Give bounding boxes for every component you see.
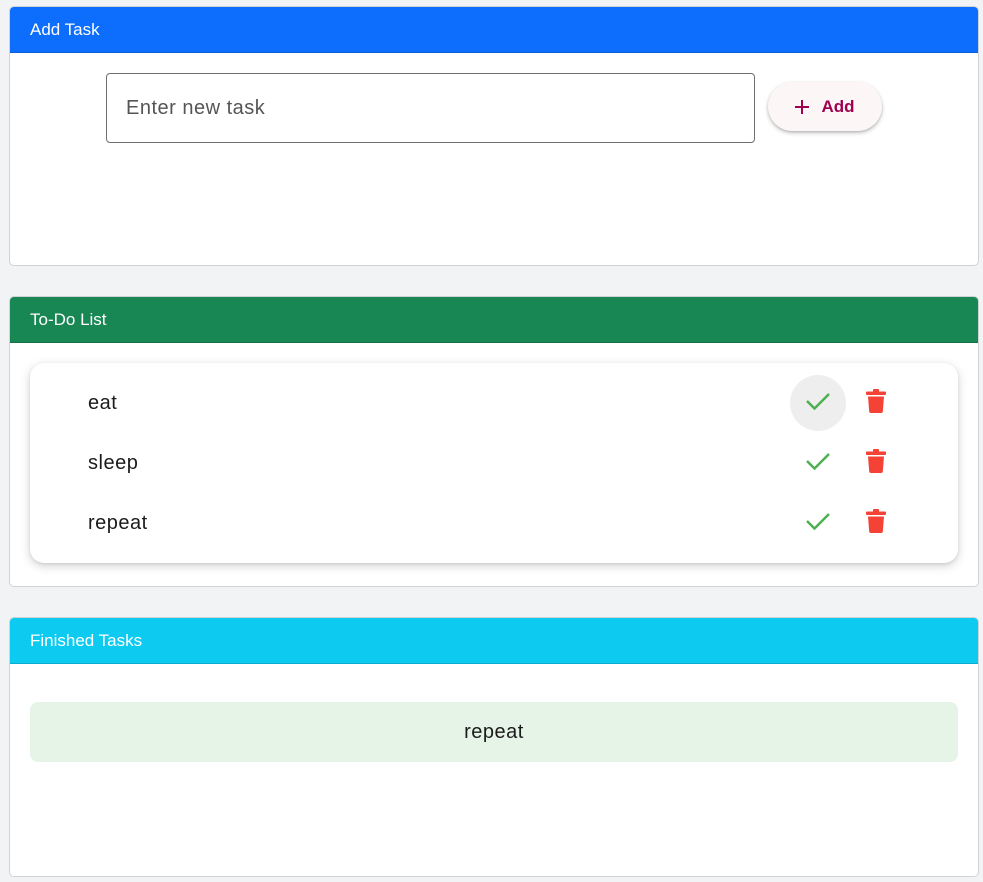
delete-button[interactable] (856, 443, 896, 483)
todo-item: repeat (30, 493, 958, 553)
todo-item-text: repeat (88, 512, 148, 534)
trash-icon (866, 388, 886, 418)
trash-icon (866, 448, 886, 478)
complete-button[interactable] (790, 375, 846, 431)
todo-item-text: eat (88, 392, 118, 414)
delete-button[interactable] (856, 383, 896, 423)
add-button[interactable]: Add (768, 82, 882, 131)
check-icon (805, 391, 831, 416)
finished-tasks-header: Finished Tasks (10, 618, 978, 664)
todo-list: eat sleep repeat (30, 363, 958, 563)
new-task-input[interactable] (106, 73, 755, 143)
finished-tasks-card: Finished Tasks repeat (9, 617, 979, 877)
plus-icon (795, 99, 810, 114)
todo-item-text: sleep (88, 452, 139, 474)
trash-icon (866, 508, 886, 538)
check-icon (805, 451, 831, 476)
complete-button[interactable] (790, 435, 846, 491)
add-button-label: Add (821, 96, 855, 116)
todo-item: eat (30, 373, 958, 433)
finished-item: repeat (30, 702, 958, 762)
add-task-card: Add Task Add (9, 6, 979, 266)
add-task-header: Add Task (10, 7, 978, 53)
check-icon (805, 511, 831, 536)
complete-button[interactable] (790, 495, 846, 551)
todo-list-card: To-Do List eat sleep repeat (9, 296, 979, 587)
todo-item: sleep (30, 433, 958, 493)
todo-list-header: To-Do List (10, 297, 978, 343)
delete-button[interactable] (856, 503, 896, 543)
